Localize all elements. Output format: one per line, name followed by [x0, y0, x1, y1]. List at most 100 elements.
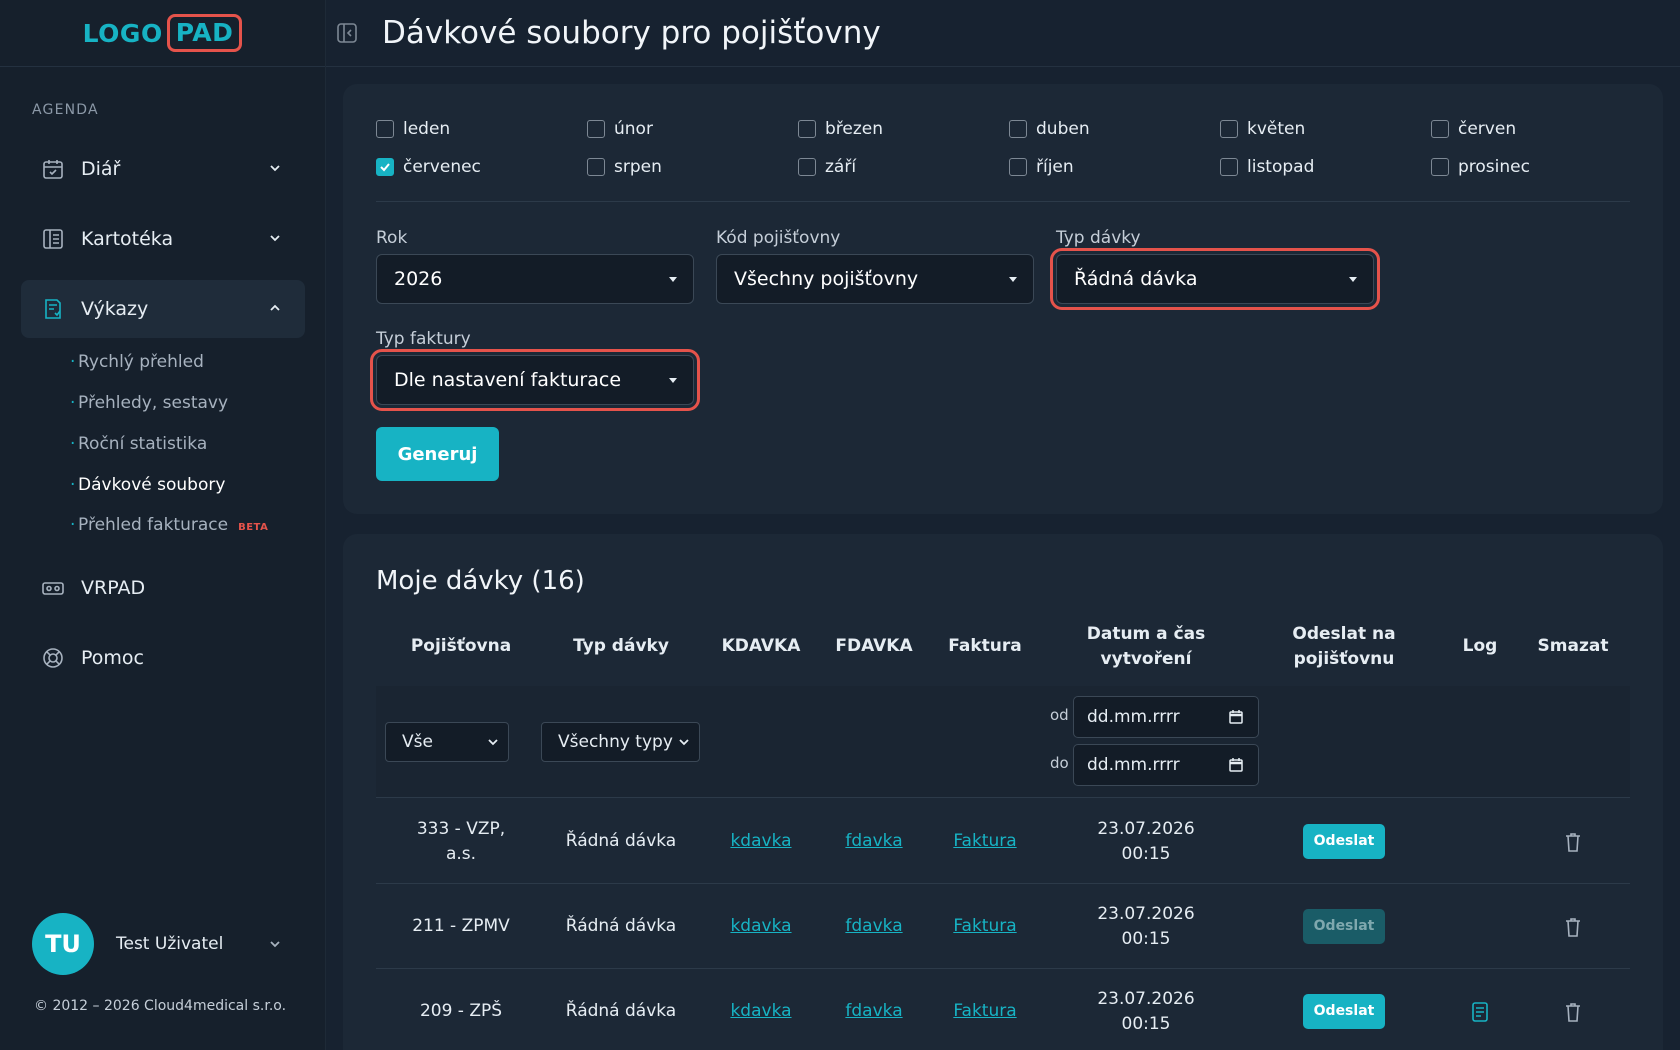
month-checkbox[interactable]: leden [376, 119, 450, 139]
trash-icon[interactable] [1563, 1001, 1583, 1023]
fdavka-link[interactable]: fdavka [845, 999, 902, 1024]
invoice-link[interactable]: Faktura [953, 829, 1016, 854]
generate-button[interactable]: Generuj [376, 427, 499, 481]
month-label: červen [1458, 119, 1517, 139]
month-checkbox[interactable]: říjen [1009, 157, 1074, 177]
column-header-insurer[interactable]: Pojišťovna [376, 634, 546, 659]
kdavka-link[interactable]: kdavka [730, 829, 791, 854]
created-time: 00:15 [1121, 928, 1171, 949]
column-header-created[interactable]: Datum a čas vytvoření [1048, 622, 1244, 672]
month-checkbox[interactable]: listopad [1220, 157, 1314, 177]
log-document-icon[interactable] [1470, 1001, 1490, 1023]
insurer-code-label: Kód pojišťovny [716, 228, 841, 248]
chevron-down-icon [270, 235, 280, 242]
table-cell [1516, 969, 1630, 1050]
table-cell: 23.07.2026 00:15 [1048, 884, 1244, 969]
month-checkbox[interactable]: duben [1009, 119, 1090, 139]
divider [376, 201, 1630, 202]
column-header-batch-type[interactable]: Typ dávky [546, 634, 696, 659]
table-cell: fdavka [826, 799, 922, 884]
send-button[interactable]: Odeslat [1302, 909, 1386, 944]
month-label: červenec [403, 157, 481, 177]
invoice-link[interactable]: Faktura [953, 914, 1016, 939]
invoice-type-select-value: Dle nastavení fakturace [394, 369, 622, 391]
month-checkbox[interactable]: březen [798, 119, 883, 139]
month-checkbox[interactable]: únor [587, 119, 653, 139]
insurer-code-select[interactable]: Všechny pojišťovny [716, 254, 1034, 304]
sidebar-subitem-prehled-fakturace[interactable]: Přehled fakturace BETA [70, 515, 269, 535]
logo[interactable]: LOGO PAD [83, 14, 243, 52]
vr-headset-icon [41, 576, 65, 600]
sidebar-subitem-rychly-prehled[interactable]: Rychlý přehled [70, 352, 204, 372]
table-cell: Faktura [922, 799, 1048, 884]
copyright: © 2012 – 2026 Cloud4medical s.r.o. [34, 998, 287, 1014]
column-header-kdavka: KDAVKA [721, 636, 801, 656]
checkbox-checked[interactable] [376, 158, 394, 176]
month-checkbox[interactable]: září [798, 157, 856, 177]
date-to-label: do [1050, 754, 1069, 772]
checkbox[interactable] [798, 158, 816, 176]
sidebar-item-kartoteka[interactable]: Kartotéka [21, 210, 305, 268]
date-to-input[interactable]: dd.mm.rrrr [1073, 744, 1259, 786]
kdavka-link[interactable]: kdavka [730, 914, 791, 939]
sidebar-item-vykazy[interactable]: Výkazy [21, 280, 305, 338]
month-checkbox[interactable]: červenec [376, 157, 481, 177]
checkbox[interactable] [798, 120, 816, 138]
table-cell [1516, 884, 1630, 969]
trash-icon[interactable] [1563, 831, 1583, 853]
sidebar-item-diar[interactable]: Diář [21, 140, 305, 198]
invoice-type-select[interactable]: Dle nastavení fakturace [370, 349, 700, 411]
sidebar-collapse-icon[interactable] [336, 22, 358, 44]
month-checkbox[interactable]: srpen [587, 157, 662, 177]
fdavka-link[interactable]: fdavka [845, 914, 902, 939]
month-label: prosinec [1458, 157, 1530, 177]
checkbox[interactable] [1009, 120, 1027, 138]
checkbox[interactable] [1220, 158, 1238, 176]
fdavka-link[interactable]: fdavka [845, 829, 902, 854]
created-time: 00:15 [1121, 843, 1171, 864]
checkbox[interactable] [587, 158, 605, 176]
sidebar-subitem-davkove-soubory[interactable]: Dávkové soubory [70, 475, 225, 495]
calendar-icon[interactable] [1228, 709, 1244, 725]
beta-badge: BETA [238, 522, 269, 533]
created-date: 23.07.2026 [1097, 988, 1195, 1009]
column-header-send-line2: pojišťovnu [1293, 649, 1395, 669]
trash-icon[interactable] [1563, 916, 1583, 938]
checkbox[interactable] [376, 120, 394, 138]
section-label-agenda: AGENDA [32, 102, 99, 118]
checkbox[interactable] [587, 120, 605, 138]
sidebar-item-pomoc[interactable]: Pomoc [21, 629, 305, 687]
table-cell: kdavka [696, 969, 826, 1050]
month-checkbox[interactable]: prosinec [1431, 157, 1530, 177]
sidebar-item-label: Diář [81, 158, 121, 180]
insurer-filter-select[interactable]: Vše [385, 722, 509, 762]
sidebar-subitem-prehledy-sestavy[interactable]: Přehledy, sestavy [70, 393, 228, 413]
send-button[interactable]: Odeslat [1302, 824, 1386, 859]
date-from-input[interactable]: dd.mm.rrrr [1073, 696, 1259, 738]
checkbox[interactable] [1431, 120, 1449, 138]
caret-down-icon [1009, 277, 1017, 282]
month-checkbox[interactable]: červen [1431, 119, 1516, 139]
calendar-icon[interactable] [1228, 757, 1244, 773]
user-menu[interactable]: TU Test Uživatel [32, 913, 283, 975]
checkbox[interactable] [1431, 158, 1449, 176]
month-label: srpen [614, 157, 662, 177]
month-label: březen [825, 119, 884, 139]
invoice-link[interactable]: Faktura [953, 999, 1016, 1024]
batch-type-select[interactable]: Řádná dávka [1050, 248, 1380, 310]
sidebar-subitem-rocni-statistika[interactable]: Roční statistika [70, 434, 207, 454]
kdavka-link[interactable]: kdavka [730, 999, 791, 1024]
table-cell: Řádná dávka [546, 799, 696, 884]
chevron-down-icon [270, 941, 280, 948]
month-checkbox[interactable]: květen [1220, 119, 1305, 139]
batch-type-filter-select[interactable]: Všechny typy [541, 722, 700, 762]
send-button[interactable]: Odeslat [1302, 994, 1386, 1029]
year-select[interactable]: 2026 [376, 254, 694, 304]
column-header-fdavka: FDAVKA [835, 636, 913, 656]
checkbox[interactable] [1220, 120, 1238, 138]
caret-down-icon [669, 277, 677, 282]
sidebar-item-vrpad[interactable]: VRPAD [21, 559, 305, 617]
checkbox[interactable] [1009, 158, 1027, 176]
year-select-value: 2026 [394, 268, 443, 290]
month-label: únor [614, 119, 653, 139]
